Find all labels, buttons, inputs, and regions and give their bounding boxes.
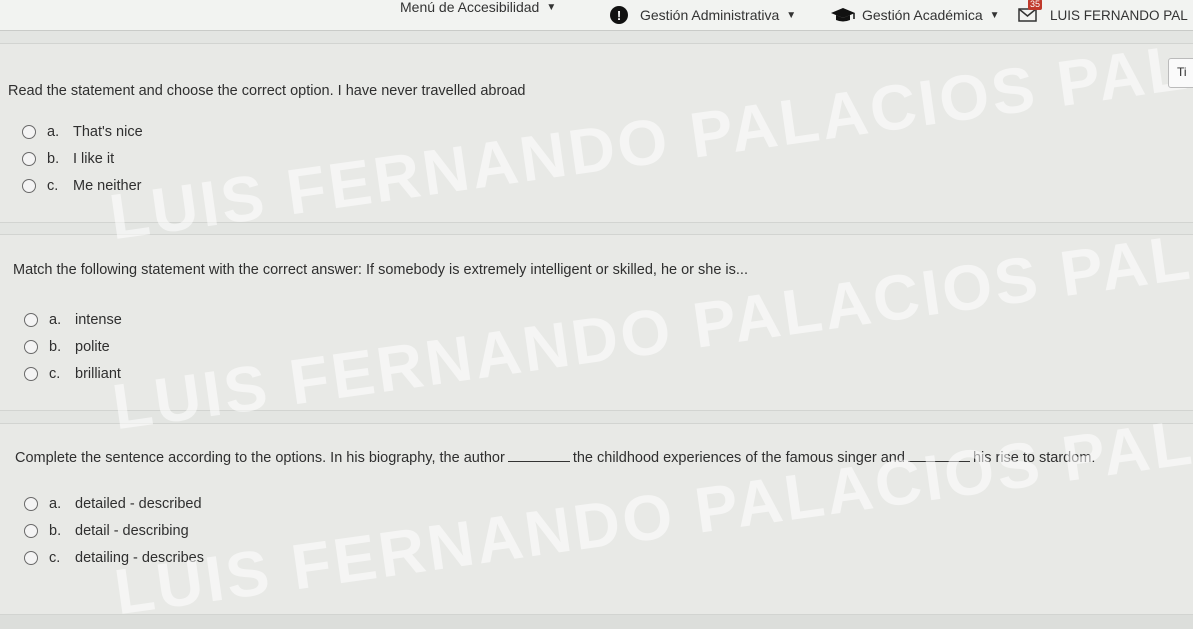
alert-icon: !	[610, 6, 628, 24]
question-3: Complete the sentence according to the o…	[0, 423, 1193, 615]
question-2-text: Match the following statement with the c…	[13, 262, 748, 278]
option-c[interactable]: c. detailing - describes	[24, 544, 204, 571]
question-3-options: a. detailed - described b. detail - desc…	[24, 490, 204, 571]
radio-button[interactable]	[22, 178, 36, 193]
question-1: Read the statement and choose the correc…	[0, 43, 1193, 223]
radio-button[interactable]	[22, 124, 36, 139]
radio-button[interactable]	[24, 550, 38, 565]
mail-icon[interactable]: 35	[1018, 0, 1043, 24]
question-2-options: a. intense b. polite c. brilliant	[24, 306, 122, 387]
mail-count-badge: 35	[1028, 0, 1043, 10]
question-1-options: a. That's nice b. I like it c. Me neithe…	[22, 118, 143, 199]
chevron-down-icon: ▼	[546, 1, 557, 13]
option-a[interactable]: a. intense	[24, 306, 122, 333]
side-panel-tab[interactable]: Ti	[1168, 58, 1193, 88]
quiz-page: Read the statement and choose the correc…	[0, 0, 1193, 628]
radio-button[interactable]	[24, 339, 38, 354]
question-1-text: Read the statement and choose the correc…	[8, 83, 526, 99]
radio-button[interactable]	[24, 496, 38, 511]
option-b[interactable]: b. detail - describing	[24, 517, 204, 544]
chevron-down-icon: ▼	[786, 9, 797, 21]
gestion-administrativa-label: Gestión Administrativa	[640, 7, 780, 23]
gestion-academica-menu[interactable]: Gestión Académica ▼	[830, 4, 1000, 26]
option-b[interactable]: b. I like it	[22, 145, 143, 172]
option-c[interactable]: c. Me neither	[22, 172, 143, 199]
gestion-administrativa-menu[interactable]: ! Gestión Administrativa ▼	[610, 4, 796, 26]
top-navbar: Menú de Accesibilidad ▼ ! Gestión Admini…	[0, 0, 1193, 31]
blank-1	[507, 449, 570, 462]
option-a[interactable]: a. That's nice	[22, 118, 143, 145]
question-2: Match the following statement with the c…	[0, 234, 1193, 411]
accessibility-menu-label: Menú de Accesibilidad	[400, 0, 540, 15]
user-menu[interactable]: 35 LUIS FERNANDO PAL	[1018, 0, 1188, 26]
radio-button[interactable]	[24, 366, 38, 381]
option-c[interactable]: c. brilliant	[24, 360, 122, 387]
option-b[interactable]: b. polite	[24, 333, 122, 360]
graduation-cap-icon	[831, 8, 855, 22]
chevron-down-icon: ▼	[989, 9, 1000, 21]
radio-button[interactable]	[24, 523, 38, 538]
gestion-academica-label: Gestión Académica	[862, 7, 983, 23]
question-3-text: Complete the sentence according to the o…	[15, 449, 1096, 466]
blank-2	[907, 449, 970, 462]
radio-button[interactable]	[22, 151, 36, 166]
user-name: LUIS FERNANDO PAL	[1050, 7, 1188, 23]
option-a[interactable]: a. detailed - described	[24, 490, 204, 517]
accessibility-menu[interactable]: Menú de Accesibilidad ▼	[400, 0, 556, 18]
radio-button[interactable]	[24, 312, 38, 327]
